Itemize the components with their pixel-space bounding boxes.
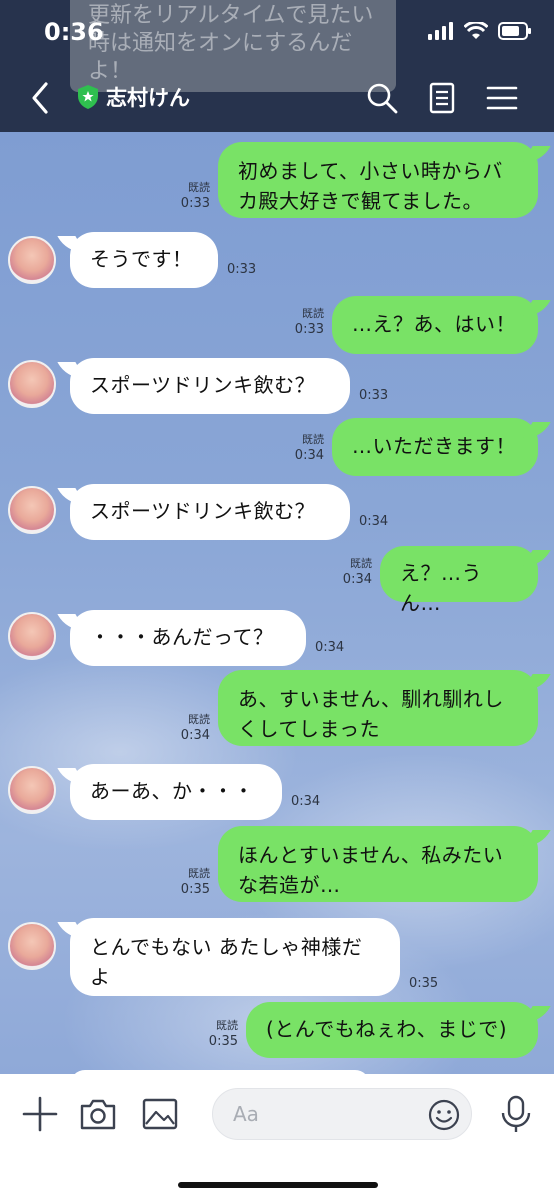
message-bubble-incoming[interactable]: とんでもない あたしゃ神様だ よ bbox=[70, 918, 400, 996]
chat-title[interactable]: 志村けん bbox=[76, 82, 190, 112]
status-time: 0:36 bbox=[44, 18, 104, 46]
message-time: 0:34 bbox=[359, 514, 389, 529]
message-time: 0:33 bbox=[359, 388, 389, 403]
battery-icon bbox=[498, 22, 531, 40]
message-time: 0:34 bbox=[315, 640, 345, 655]
message-line: スポーツドリンキ飲む？ bbox=[90, 373, 316, 397]
message-line: 初めまして、小さい時からバ bbox=[238, 159, 503, 183]
signal-icon bbox=[428, 22, 453, 40]
avatar[interactable] bbox=[8, 766, 56, 814]
message-bubble-incoming[interactable]: そうです！ bbox=[70, 232, 218, 288]
message-time: 0:35 bbox=[180, 882, 210, 897]
chat-area[interactable]: 初めまして、小さい時からバ カ殿大好きで観てました。 既読 0:33 そうです！… bbox=[0, 132, 554, 1074]
message-bubble-outgoing[interactable]: あ、すいません、馴れ馴れし くしてしまった bbox=[218, 670, 538, 746]
message-line: ・・・あんだって？ bbox=[90, 625, 274, 649]
message-text-field[interactable] bbox=[212, 1088, 472, 1140]
back-chevron-icon[interactable] bbox=[26, 80, 56, 116]
message-line: そうです！ bbox=[90, 247, 193, 271]
message-line: な若造が… bbox=[238, 873, 341, 897]
message-line: スポーツドリンキ飲む？ bbox=[90, 499, 316, 523]
message-meta: 既読 0:34 bbox=[150, 712, 210, 744]
message-line: え？…うん… bbox=[400, 561, 482, 615]
read-receipt: 既読 bbox=[216, 1019, 238, 1032]
message-time: 0:33 bbox=[227, 262, 257, 277]
message-bubble-outgoing[interactable]: ほんとすいません、私みたい な若造が… bbox=[218, 826, 538, 902]
mic-icon[interactable] bbox=[496, 1094, 536, 1134]
menu-icon[interactable] bbox=[484, 80, 520, 116]
message-meta: 既読 0:33 bbox=[264, 306, 324, 338]
search-icon[interactable] bbox=[364, 80, 400, 116]
verified-shield-icon bbox=[78, 85, 98, 109]
message-line: あ、すいません、馴れ馴れし bbox=[238, 687, 504, 711]
message-bubble-outgoing[interactable]: (とんでもねぇわ、まじで) bbox=[246, 1002, 538, 1058]
message-line: あーあ、か・・・ bbox=[90, 779, 254, 803]
chat-title-text: 志村けん bbox=[106, 86, 190, 110]
read-receipt: 既読 bbox=[188, 713, 210, 726]
message-bubble-outgoing[interactable]: え？…うん… bbox=[380, 546, 538, 615]
message-meta: 既読 0:34 bbox=[312, 556, 372, 588]
message-meta: 既読 0:34 bbox=[264, 432, 324, 464]
message-line: …いただきます！ bbox=[352, 434, 516, 458]
wifi-icon bbox=[464, 22, 488, 39]
message-time: 0:34 bbox=[294, 448, 324, 463]
message-line: くしてしまった bbox=[238, 717, 381, 741]
status-icons bbox=[428, 22, 532, 40]
message-time: 0:34 bbox=[291, 794, 321, 809]
avatar[interactable] bbox=[8, 486, 56, 534]
plus-icon[interactable] bbox=[20, 1094, 60, 1134]
message-time: 0:34 bbox=[180, 728, 210, 743]
avatar[interactable] bbox=[8, 360, 56, 408]
message-bubble-incoming[interactable]: スポーツドリンキ飲む？ bbox=[70, 358, 350, 414]
message-line: …え？あ、はい！ bbox=[352, 312, 516, 336]
message-time: 0:35 bbox=[409, 976, 439, 991]
message-meta: 既読 0:33 bbox=[150, 180, 210, 212]
message-time: 0:33 bbox=[294, 322, 324, 337]
message-bubble-incoming[interactable]: ・・・あんだって？ bbox=[70, 610, 306, 666]
read-receipt: 既読 bbox=[302, 307, 324, 320]
message-bubble-incoming[interactable]: スポーツドリンキ飲む？ bbox=[70, 484, 350, 540]
notification-banner[interactable]: 更新をリアルタイムで見たい時は通知をオンにするんだよ！ bbox=[70, 0, 396, 92]
read-receipt: 既読 bbox=[350, 557, 372, 570]
message-time: 0:35 bbox=[208, 1034, 238, 1049]
emoji-icon[interactable] bbox=[427, 1098, 461, 1132]
image-icon[interactable] bbox=[140, 1094, 180, 1134]
message-bubble-outgoing[interactable]: …え？あ、はい！ bbox=[332, 296, 538, 354]
avatar[interactable] bbox=[8, 612, 56, 660]
message-bubble-incoming[interactable]: あーあ、か・・・ bbox=[70, 764, 282, 820]
camera-icon[interactable] bbox=[78, 1094, 118, 1134]
message-line: よ bbox=[90, 965, 111, 989]
message-meta: 既読 0:35 bbox=[178, 1018, 238, 1050]
avatar[interactable] bbox=[8, 236, 56, 284]
message-time: 0:33 bbox=[180, 196, 210, 211]
message-line: とんでもない あたしゃ神様だ bbox=[90, 935, 363, 959]
notes-icon[interactable] bbox=[424, 80, 460, 116]
chat-header: 更新をリアルタイムで見たい時は通知をオンにするんだよ！ 0:36 志村けん bbox=[0, 0, 554, 132]
notification-text: 更新をリアルタイムで見たい時は通知をオンにするんだよ！ bbox=[88, 3, 374, 84]
avatar[interactable] bbox=[8, 922, 56, 970]
message-line: ほんとすいません、私みたい bbox=[238, 843, 504, 867]
message-time: 0:34 bbox=[342, 572, 372, 587]
read-receipt: 既読 bbox=[188, 867, 210, 880]
message-line: カ殿大好きで観てました。 bbox=[238, 189, 483, 213]
home-indicator[interactable] bbox=[178, 1182, 378, 1188]
message-line: (とんでもねぇわ、まじで) bbox=[266, 1017, 508, 1041]
message-meta: 既読 0:35 bbox=[150, 866, 210, 898]
message-bubble-outgoing[interactable]: 初めまして、小さい時からバ カ殿大好きで観てました。 bbox=[218, 142, 538, 218]
message-input[interactable] bbox=[213, 1089, 413, 1139]
read-receipt: 既読 bbox=[188, 181, 210, 194]
read-receipt: 既読 bbox=[302, 433, 324, 446]
message-bubble-outgoing[interactable]: …いただきます！ bbox=[332, 418, 538, 476]
